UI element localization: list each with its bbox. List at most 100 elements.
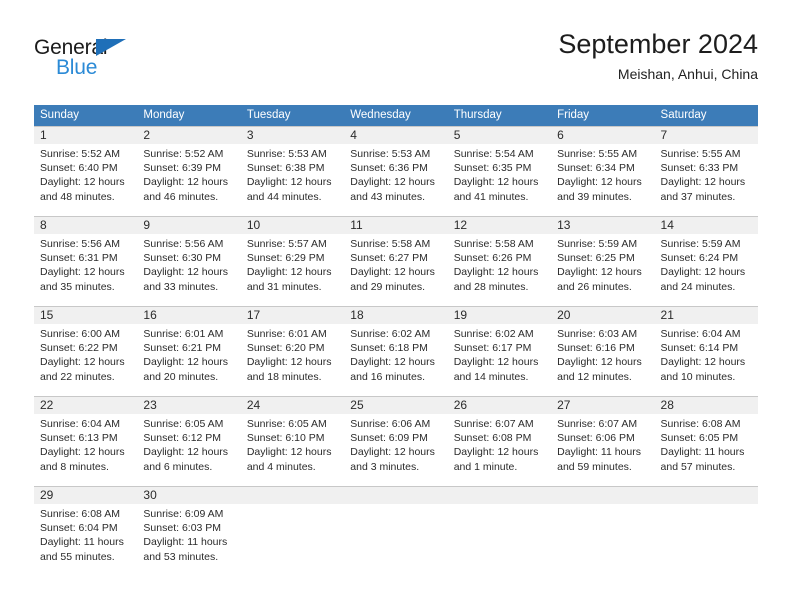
daylight-line-2: and 46 minutes.	[143, 190, 219, 203]
weekday-header-thursday: Thursday	[453, 109, 502, 121]
week-row: 15 Sunrise: 6:00 AM Sunset: 6:22 PM Dayl…	[34, 306, 758, 396]
sunset-line: Sunset: 6:22 PM	[40, 342, 118, 355]
day-details: Sunrise: 5:55 AM Sunset: 6:34 PM Dayligh…	[557, 147, 654, 204]
day-cell[interactable]: 30 Sunrise: 6:09 AM Sunset: 6:03 PM Dayl…	[137, 487, 241, 576]
day-cell[interactable]: 23 Sunrise: 6:05 AM Sunset: 6:12 PM Dayl…	[137, 397, 241, 486]
daylight-line-2: and 22 minutes.	[40, 370, 115, 383]
day-number: 17	[246, 308, 261, 322]
day-details: Sunrise: 6:04 AM Sunset: 6:14 PM Dayligh…	[661, 327, 758, 384]
day-number: 26	[453, 398, 468, 412]
day-cell[interactable]: 22 Sunrise: 6:04 AM Sunset: 6:13 PM Dayl…	[34, 397, 138, 486]
day-details: Sunrise: 5:53 AM Sunset: 6:36 PM Dayligh…	[350, 147, 447, 204]
day-number: 16	[143, 308, 157, 322]
weekday-header-monday: Monday	[143, 109, 185, 121]
sunrise-line: Sunrise: 5:52 AM	[40, 148, 120, 160]
daylight-line-2: and 43 minutes.	[350, 190, 425, 203]
day-number: 1	[40, 128, 47, 142]
daylight-line-2: and 48 minutes.	[40, 190, 115, 203]
day-details: Sunrise: 6:08 AM Sunset: 6:05 PM Dayligh…	[661, 417, 758, 474]
sunset-line: Sunset: 6:17 PM	[453, 342, 532, 355]
day-number: 9	[143, 218, 151, 232]
day-details: Sunrise: 6:02 AM Sunset: 6:18 PM Dayligh…	[350, 327, 447, 384]
day-cell[interactable]: 14 Sunrise: 5:59 AM Sunset: 6:24 PM Dayl…	[654, 217, 758, 306]
day-cell[interactable]: 19 Sunrise: 6:02 AM Sunset: 6:17 PM Dayl…	[447, 307, 552, 396]
day-cell[interactable]: 4 Sunrise: 5:53 AM Sunset: 6:36 PM Dayli…	[344, 127, 448, 216]
day-details: Sunrise: 5:57 AM Sunset: 6:29 PM Dayligh…	[247, 237, 344, 294]
sunrise-line: Sunrise: 6:07 AM	[453, 418, 534, 430]
sunrise-line: Sunrise: 5:52 AM	[143, 148, 224, 160]
day-number: 5	[453, 128, 461, 142]
daylight-line-1: Daylight: 12 hours	[246, 176, 332, 189]
sunrise-line: Sunrise: 6:09 AM	[143, 508, 224, 520]
day-cell[interactable]: 28 Sunrise: 6:08 AM Sunset: 6:05 PM Dayl…	[654, 397, 758, 486]
daylight-line-1: Daylight: 12 hours	[660, 356, 746, 369]
day-cell[interactable]: 27 Sunrise: 6:07 AM Sunset: 6:06 PM Dayl…	[551, 397, 655, 486]
weekday-header-wednesday: Wednesday	[350, 109, 411, 121]
daylight-line-2: and 8 minutes.	[40, 460, 109, 473]
sunrise-line: Sunrise: 6:05 AM	[246, 418, 327, 430]
day-cell[interactable]: 7 Sunrise: 5:55 AM Sunset: 6:33 PM Dayli…	[654, 127, 758, 216]
daylight-line-1: Daylight: 12 hours	[246, 356, 332, 369]
title-block: September 2024 Meishan, Anhui, China	[558, 28, 758, 84]
day-cell[interactable]: 9 Sunrise: 5:56 AM Sunset: 6:30 PM Dayli…	[137, 217, 241, 306]
day-cell[interactable]: 25 Sunrise: 6:06 AM Sunset: 6:09 PM Dayl…	[344, 397, 448, 486]
day-cell[interactable]: 29 Sunrise: 6:08 AM Sunset: 6:04 PM Dayl…	[34, 487, 138, 576]
day-number	[661, 487, 758, 504]
day-number: 28	[660, 398, 674, 412]
daylight-line-1: Daylight: 12 hours	[350, 356, 435, 369]
day-cell[interactable]: 11 Sunrise: 5:58 AM Sunset: 6:27 PM Dayl…	[344, 217, 448, 306]
sunrise-line: Sunrise: 6:01 AM	[143, 328, 224, 340]
daylight-line-1: Daylight: 12 hours	[143, 266, 229, 279]
day-cell-empty	[551, 487, 655, 576]
day-cell[interactable]: 26 Sunrise: 6:07 AM Sunset: 6:08 PM Dayl…	[447, 397, 552, 486]
sunrise-line: Sunrise: 5:59 AM	[660, 238, 741, 250]
day-cell[interactable]: 21 Sunrise: 6:04 AM Sunset: 6:14 PM Dayl…	[654, 307, 758, 396]
daylight-line-1: Daylight: 12 hours	[557, 176, 642, 189]
daylight-line-1: Daylight: 12 hours	[40, 266, 125, 279]
daylight-line-1: Daylight: 12 hours	[350, 266, 435, 279]
day-details: Sunrise: 6:09 AM Sunset: 6:03 PM Dayligh…	[143, 507, 240, 564]
day-details: Sunrise: 5:55 AM Sunset: 6:33 PM Dayligh…	[661, 147, 758, 204]
day-cell[interactable]: 8 Sunrise: 5:56 AM Sunset: 6:31 PM Dayli…	[34, 217, 138, 306]
daylight-line-1: Daylight: 12 hours	[246, 266, 332, 279]
day-cell[interactable]: 16 Sunrise: 6:01 AM Sunset: 6:21 PM Dayl…	[137, 307, 241, 396]
day-cell[interactable]: 10 Sunrise: 5:57 AM Sunset: 6:29 PM Dayl…	[240, 217, 345, 306]
day-cell[interactable]: 24 Sunrise: 6:05 AM Sunset: 6:10 PM Dayl…	[240, 397, 345, 486]
sunset-line: Sunset: 6:27 PM	[350, 252, 428, 265]
sunrise-line: Sunrise: 6:08 AM	[40, 508, 120, 520]
day-cell[interactable]: 2 Sunrise: 5:52 AM Sunset: 6:39 PM Dayli…	[137, 127, 241, 216]
page-title: September 2024	[558, 29, 758, 59]
daylight-line-2: and 20 minutes.	[143, 370, 219, 383]
weekday-header-tuesday: Tuesday	[246, 109, 291, 121]
day-cell[interactable]: 3 Sunrise: 5:53 AM Sunset: 6:38 PM Dayli…	[240, 127, 345, 216]
day-cell[interactable]: 1 Sunrise: 5:52 AM Sunset: 6:40 PM Dayli…	[34, 127, 138, 216]
day-cell-empty	[344, 487, 448, 576]
day-number: 4	[350, 128, 357, 142]
day-cell[interactable]: 15 Sunrise: 6:00 AM Sunset: 6:22 PM Dayl…	[34, 307, 138, 396]
daylight-line-1: Daylight: 12 hours	[143, 356, 229, 369]
daylight-line-2: and 53 minutes.	[143, 550, 219, 563]
day-number	[557, 487, 654, 504]
day-cell[interactable]: 12 Sunrise: 5:58 AM Sunset: 6:26 PM Dayl…	[447, 217, 552, 306]
day-cell[interactable]: 13 Sunrise: 5:59 AM Sunset: 6:25 PM Dayl…	[551, 217, 655, 306]
day-cell[interactable]: 6 Sunrise: 5:55 AM Sunset: 6:34 PM Dayli…	[551, 127, 655, 216]
sunrise-line: Sunrise: 5:54 AM	[453, 148, 534, 160]
page-header: General Blue September 2024 Meishan, Anh…	[34, 28, 758, 98]
daylight-line-1: Daylight: 12 hours	[453, 176, 539, 189]
daylight-line-1: Daylight: 12 hours	[246, 446, 332, 459]
page-subtitle: Meishan, Anhui, China	[617, 66, 758, 82]
calendar-page: General Blue September 2024 Meishan, Anh…	[0, 0, 792, 612]
sunrise-line: Sunrise: 6:02 AM	[453, 328, 534, 340]
sunrise-line: Sunrise: 6:01 AM	[246, 328, 327, 340]
day-cell[interactable]: 17 Sunrise: 6:01 AM Sunset: 6:20 PM Dayl…	[240, 307, 345, 396]
day-cell[interactable]: 5 Sunrise: 5:54 AM Sunset: 6:35 PM Dayli…	[447, 127, 552, 216]
daylight-line-2: and 24 minutes.	[660, 280, 736, 293]
day-cell[interactable]: 18 Sunrise: 6:02 AM Sunset: 6:18 PM Dayl…	[344, 307, 448, 396]
sunset-line: Sunset: 6:30 PM	[143, 252, 222, 265]
day-details: Sunrise: 6:07 AM Sunset: 6:06 PM Dayligh…	[557, 417, 654, 474]
day-cell[interactable]: 20 Sunrise: 6:03 AM Sunset: 6:16 PM Dayl…	[551, 307, 655, 396]
daylight-line-1: Daylight: 12 hours	[660, 176, 746, 189]
general-blue-logo[interactable]: General Blue	[34, 36, 154, 84]
daylight-line-1: Daylight: 11 hours	[40, 536, 124, 549]
day-number: 3	[246, 128, 254, 142]
